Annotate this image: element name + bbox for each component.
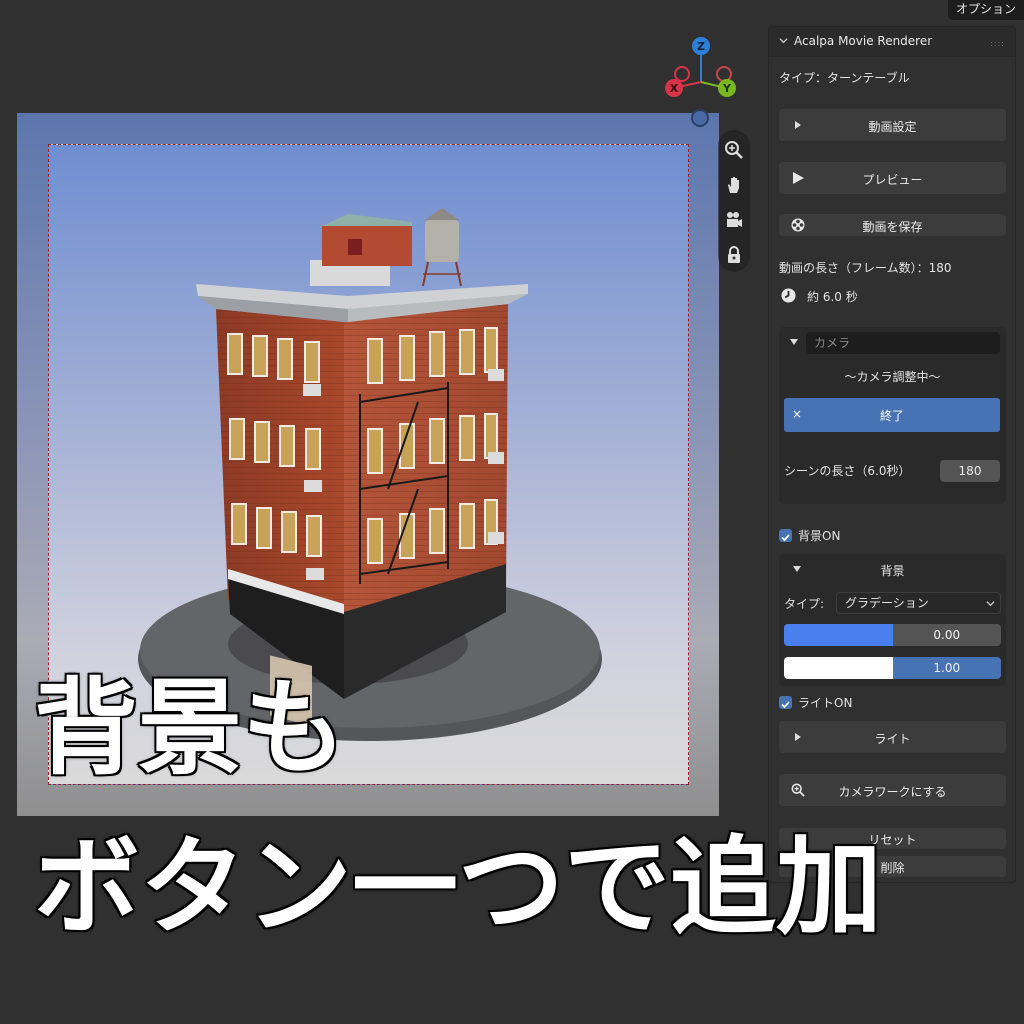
background-on-checkbox[interactable]: [779, 529, 792, 542]
length-frames: 動画の長さ（フレーム数）：180: [779, 261, 952, 275]
zoom-icon[interactable]: [722, 138, 746, 162]
camera-icon[interactable]: [722, 208, 746, 232]
background-subpanel: 背景 タイプ: グラデーション 0.00 1.00: [779, 554, 1006, 686]
background-on-label: 背景ON: [798, 529, 841, 543]
movie-renderer-panel: Acalpa Movie Renderer :::: タイプ：ターンテーブル 動…: [768, 26, 1016, 883]
background-type-select[interactable]: グラデーション: [836, 592, 1001, 614]
gradient-stop-0-color[interactable]: [784, 624, 893, 646]
end-camera-label: 終了: [879, 409, 904, 423]
chevron-down-icon: [986, 601, 995, 607]
save-movie-button[interactable]: 動画を保存: [779, 214, 1006, 236]
camera-status: 〜カメラ調整中〜: [844, 370, 941, 384]
light-on-label: ライトON: [798, 696, 853, 710]
checkmark-icon: [781, 534, 790, 542]
panel-title: Acalpa Movie Renderer: [794, 34, 933, 48]
light-button[interactable]: ライト: [779, 721, 1006, 753]
end-camera-button[interactable]: × 終了: [784, 398, 1000, 432]
gradient-stop-1[interactable]: 1.00: [784, 657, 1001, 679]
chevron-down-icon: [779, 38, 788, 44]
background-type-value: グラデーション: [845, 596, 929, 610]
light-on-checkbox[interactable]: [779, 696, 792, 709]
type-line: タイプ：ターンテーブル: [779, 71, 910, 85]
drag-grip-icon[interactable]: ::::: [990, 39, 1005, 48]
gizmo-x-label: X: [670, 82, 679, 95]
gizmo-z-label: Z: [697, 40, 705, 53]
preview-button[interactable]: プレビュー: [779, 162, 1006, 194]
triangle-down-icon[interactable]: [789, 337, 799, 347]
gradient-stop-0-value[interactable]: 0.00: [893, 624, 1002, 646]
preview-label: プレビュー: [862, 173, 923, 187]
scene-length-input[interactable]: 180: [940, 460, 1000, 482]
viewport-nav-toolbar: [718, 130, 750, 272]
gradient-stop-0[interactable]: 0.00: [784, 624, 1001, 646]
caption-line-1: 背景も: [32, 667, 347, 790]
camera-handle[interactable]: [691, 109, 709, 127]
save-movie-label: 動画を保存: [862, 220, 923, 234]
background-header: 背景: [880, 564, 905, 578]
camera-subpanel: カメラ 〜カメラ調整中〜 × 終了 シーンの長さ（6.0秒） 180: [779, 327, 1006, 504]
movie-settings-button[interactable]: 動画設定: [779, 109, 1006, 141]
caption-line-2: ボタン一つで追加: [33, 826, 884, 949]
panel-header[interactable]: Acalpa Movie Renderer ::::: [769, 27, 1015, 57]
camera-name-field[interactable]: カメラ: [806, 332, 1000, 354]
gizmo-y-label: Y: [722, 82, 732, 95]
camerawork-label: カメラワークにする: [838, 785, 947, 799]
light-label: ライト: [874, 732, 911, 746]
hand-pan-icon[interactable]: [722, 173, 746, 197]
options-menu-button[interactable]: オプション: [948, 0, 1024, 20]
gradient-stop-1-value[interactable]: 1.00: [893, 657, 1002, 679]
checkmark-icon: [781, 701, 790, 709]
camerawork-button[interactable]: カメラワークにする: [779, 774, 1006, 806]
background-type-label: タイプ:: [784, 597, 825, 611]
lock-icon[interactable]: [722, 243, 746, 267]
movie-settings-label: 動画設定: [868, 120, 917, 134]
scene-length-label: シーンの長さ（6.0秒）: [784, 464, 911, 478]
clock-icon: [781, 288, 796, 303]
gradient-stop-1-color[interactable]: [784, 657, 893, 679]
length-seconds: 約 6.0 秒: [807, 290, 858, 304]
